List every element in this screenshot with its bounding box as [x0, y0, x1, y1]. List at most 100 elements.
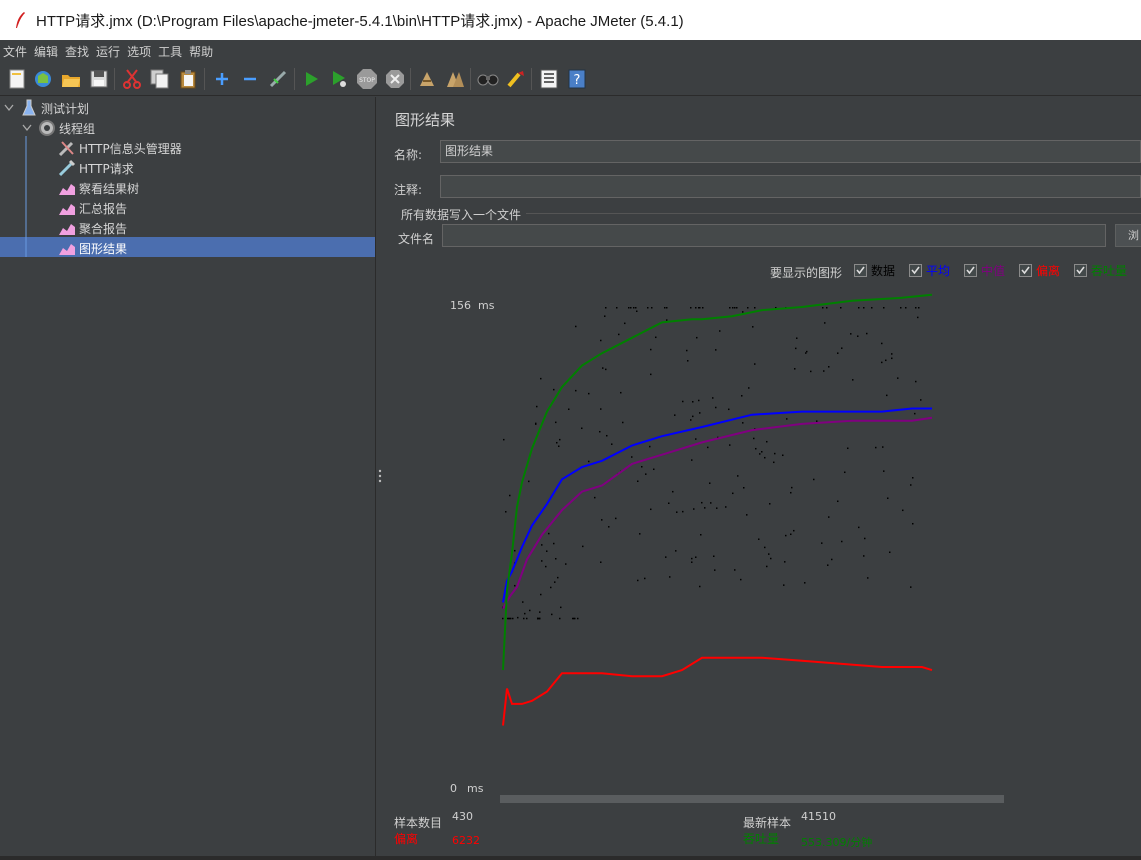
data-point	[734, 307, 736, 309]
browse-button[interactable]: 浏	[1115, 224, 1141, 247]
data-point	[791, 486, 793, 489]
file-name-field[interactable]	[442, 224, 1106, 247]
collapse-icon[interactable]	[239, 68, 261, 90]
data-point	[588, 460, 590, 463]
data-point	[897, 377, 899, 379]
menubar: 文件 编辑 查找 运行 选项 工具 帮助	[0, 40, 1141, 62]
data-point	[581, 427, 583, 430]
tree-item-view-results-tree[interactable]: 察看结果树	[58, 178, 139, 198]
menu-file[interactable]: 文件	[0, 43, 31, 60]
checkbox-throughput[interactable]: 吞吐量	[1074, 261, 1127, 279]
data-point	[508, 617, 510, 620]
clear-icon[interactable]	[416, 68, 438, 90]
splitter-handle[interactable]	[376, 97, 384, 860]
tree-item-test-plan[interactable]: 测试计划	[20, 98, 89, 118]
file-label: 文件名	[398, 232, 435, 246]
data-point	[582, 545, 584, 548]
expand-icon[interactable]	[211, 68, 233, 90]
menu-options[interactable]: 选项	[124, 43, 155, 60]
save-icon[interactable]	[88, 68, 110, 90]
data-point	[824, 322, 826, 324]
data-point	[766, 440, 768, 443]
data-points	[502, 307, 922, 620]
tree-item-label: 聚合报告	[79, 221, 128, 236]
start-icon[interactable]	[300, 68, 322, 90]
graph-results-panel: 图形结果 名称: 图形结果 注释: 所有数据写入一个文件 文件名 浏 要显示的图…	[384, 97, 1141, 860]
data-point	[618, 333, 620, 336]
data-point	[649, 445, 651, 448]
data-point	[620, 391, 622, 394]
toggle-icon[interactable]	[267, 68, 289, 90]
start-no-pause-icon[interactable]	[328, 68, 350, 90]
data-point	[630, 307, 632, 309]
data-point	[635, 307, 637, 309]
checkbox-deviation[interactable]: 偏离	[1019, 261, 1060, 279]
data-point	[712, 397, 714, 399]
menu-tools[interactable]: 工具	[155, 43, 186, 60]
data-point	[736, 307, 738, 309]
data-point	[653, 468, 655, 471]
data-point	[881, 342, 883, 345]
data-point	[729, 444, 731, 446]
open-icon[interactable]	[60, 68, 82, 90]
data-point	[891, 357, 893, 360]
templates-icon[interactable]	[32, 68, 54, 90]
menu-edit[interactable]: 编辑	[31, 43, 62, 60]
checkbox-average[interactable]: 平均	[909, 261, 950, 279]
data-point	[805, 352, 807, 354]
data-point	[740, 578, 742, 581]
data-point	[666, 307, 668, 309]
shutdown-icon[interactable]	[384, 68, 406, 90]
menu-help[interactable]: 帮助	[186, 43, 217, 60]
cut-icon[interactable]	[121, 68, 143, 90]
test-plan-icon	[20, 99, 38, 117]
data-point	[588, 392, 590, 395]
tree-item-summary-report[interactable]: 汇总报告	[58, 198, 127, 218]
checkbox-data[interactable]: 数据	[854, 261, 895, 279]
tree-item-header-manager[interactable]: HTTP信息头管理器	[58, 138, 182, 158]
name-field[interactable]: 图形结果	[440, 140, 1141, 163]
copy-icon[interactable]	[149, 68, 171, 90]
tree-item-graph-results[interactable]: 图形结果	[58, 238, 127, 258]
help-icon[interactable]: ?	[566, 68, 588, 90]
data-point	[795, 347, 797, 350]
menu-run[interactable]: 运行	[93, 43, 124, 60]
data-point	[548, 532, 550, 535]
paste-icon[interactable]	[177, 68, 199, 90]
checkbox-median[interactable]: 中值	[964, 261, 1005, 279]
horizontal-scrollbar[interactable]	[500, 795, 1004, 803]
data-point	[742, 422, 744, 424]
data-point	[551, 613, 553, 616]
data-point	[728, 408, 730, 411]
comment-field[interactable]	[440, 175, 1141, 198]
data-point	[690, 307, 692, 309]
tree-item-thread-group[interactable]: 线程组	[38, 118, 95, 138]
menu-search[interactable]: 查找	[62, 43, 93, 60]
sampler-icon	[58, 159, 76, 177]
data-point	[604, 315, 606, 317]
stop-icon[interactable]: STOP	[356, 68, 378, 90]
tree-item-http-request[interactable]: HTTP请求	[58, 158, 134, 178]
data-point	[828, 366, 830, 368]
tree-item-aggregate-report[interactable]: 聚合报告	[58, 218, 127, 238]
reset-search-icon[interactable]	[505, 68, 527, 90]
data-point	[714, 569, 716, 571]
deviation-label: 偏离	[394, 832, 419, 846]
data-point	[912, 522, 914, 525]
data-point	[575, 325, 577, 328]
data-point	[902, 509, 904, 512]
search-icon[interactable]	[477, 68, 499, 90]
data-point	[716, 507, 718, 509]
data-point	[666, 319, 668, 321]
data-point	[875, 446, 877, 449]
checkbox-label: 吞吐量	[1091, 263, 1128, 278]
name-label: 名称:	[394, 148, 423, 162]
data-point	[645, 473, 647, 475]
function-helper-icon[interactable]	[538, 68, 560, 90]
check-icon	[964, 263, 977, 277]
data-point	[914, 412, 916, 415]
listener-icon	[58, 219, 76, 237]
new-icon[interactable]	[6, 68, 28, 90]
data-point	[782, 454, 784, 457]
clear-all-icon[interactable]	[444, 68, 466, 90]
